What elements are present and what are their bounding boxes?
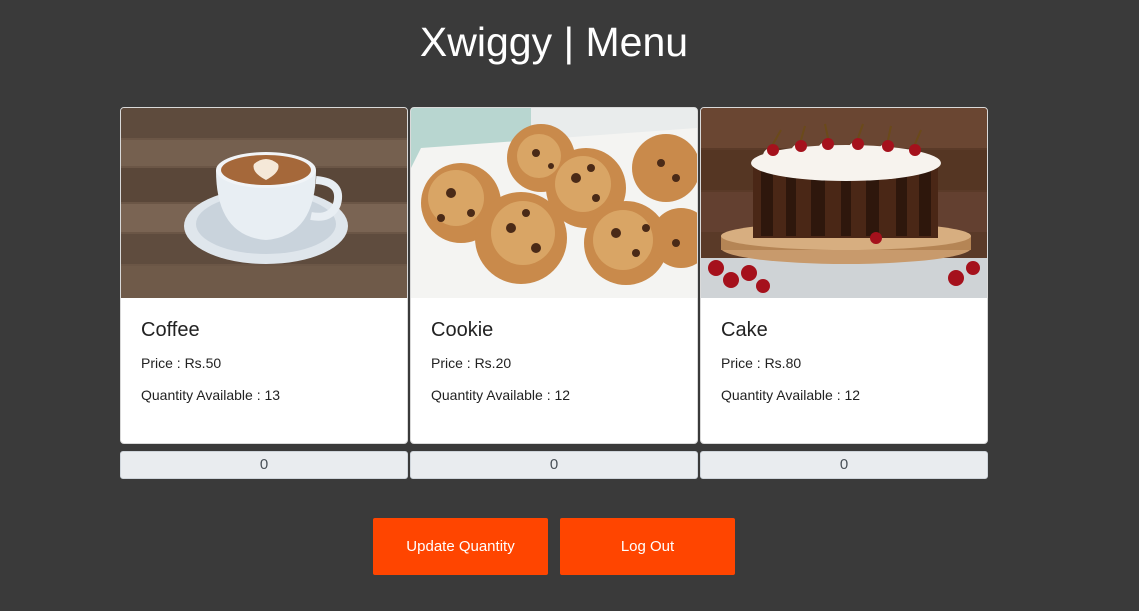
item-price: Price : Rs.50 [141,355,222,371]
cake-image [701,108,987,298]
item-quantity-available: Quantity Available : 13 [141,387,281,403]
menu-page: Xwiggy | Menu Coffee Price: Rs.50 Quant… [0,0,1139,611]
log-out-button[interactable]: Log Out [560,518,735,575]
quantity-input-cake[interactable]: 0 [700,451,988,479]
item-quantity-available: Quantity Available : 12 [431,387,571,403]
cookie-image [411,108,697,298]
item-card: Cake Price : Rs.80 Quantity Available : … [700,107,988,444]
update-quantity-button[interactable]: Update Quantity [373,518,548,575]
page-title: Xwiggy | Menu [419,19,689,65]
quantity-input-coffee[interactable]: 0 [120,451,408,479]
quantity-input-cookie[interactable]: 0 [410,451,698,479]
item-quantity-available: Quantity Available : 12 [721,387,861,403]
coffee-image [121,108,407,298]
item-card: Cookie Price : Rs.20 Quantity Available … [410,107,698,444]
item-card: Coffee Price : Rs.50 Quantity Available … [120,107,408,444]
item-title: Cake [721,319,768,341]
menu-cards: Coffee Price : Rs.50 Quantity Available … [120,107,990,479]
item-price: Price : Rs.80 [721,355,802,371]
item-title: Cookie [431,319,494,341]
item-price: Price : Rs.20 [431,355,512,371]
item-title: Coffee [141,319,200,341]
